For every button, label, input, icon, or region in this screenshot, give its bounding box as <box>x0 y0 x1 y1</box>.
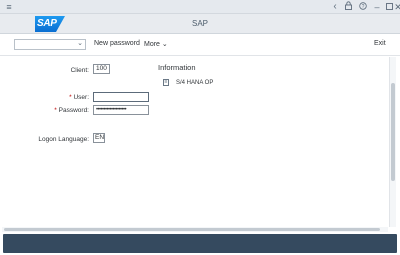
vertical-scrollbar[interactable] <box>389 57 396 227</box>
user-field[interactable] <box>93 92 149 102</box>
chevron-down-icon: ⌄ <box>77 40 83 47</box>
client-field[interactable]: 100 <box>93 64 110 74</box>
page-title: SAP <box>191 19 208 28</box>
minimize-icon[interactable]: – <box>372 1 382 13</box>
logon-content: Client: 100 * User: * Password: ••••••••… <box>0 57 400 229</box>
password-field[interactable]: •••••••••••••••••••• <box>93 105 149 115</box>
password-label: * Password: <box>42 107 89 114</box>
information-system-text: S/4 HANA OP <box>176 80 214 86</box>
vertical-scrollbar-thumb[interactable] <box>391 83 395 181</box>
exit-button[interactable]: Exit <box>374 40 386 47</box>
command-dropdown[interactable]: ⌄ <box>14 39 86 50</box>
close-icon[interactable]: ✕ <box>394 1 400 13</box>
menu-icon[interactable]: ≡ <box>4 1 14 13</box>
logon-language-field[interactable]: EN <box>93 133 105 143</box>
shell-bar: SAP SAP <box>0 14 400 34</box>
information-title: Information <box>158 63 196 72</box>
svg-text:?: ? <box>362 4 365 10</box>
help-icon[interactable]: ? <box>358 1 368 13</box>
required-marker: * <box>54 107 57 114</box>
client-label: Client: <box>70 67 89 74</box>
new-password-button[interactable]: New password <box>94 40 140 47</box>
lock-icon[interactable] <box>343 1 353 13</box>
logon-language-label: Logon Language: <box>38 136 89 143</box>
more-button[interactable]: More ⌄ <box>144 40 168 48</box>
more-button-label: More <box>144 41 160 48</box>
chevron-down-icon: ⌄ <box>161 41 168 48</box>
back-icon[interactable]: ‹ <box>330 1 340 13</box>
status-bar <box>3 234 397 253</box>
window-titlebar: ≡ ‹ ? – ✕ <box>0 0 400 14</box>
user-label-text: User: <box>73 94 89 101</box>
password-label-text: Password: <box>58 107 89 114</box>
maximize-icon[interactable] <box>384 1 394 13</box>
required-marker: * <box>69 94 72 101</box>
document-icon: ≡ <box>163 79 169 86</box>
user-label: * User: <box>50 94 89 101</box>
horizontal-scrollbar-thumb[interactable] <box>4 228 380 231</box>
horizontal-scrollbar[interactable] <box>2 227 388 232</box>
toolbar: ⌄ New password More ⌄ Exit <box>0 34 400 56</box>
